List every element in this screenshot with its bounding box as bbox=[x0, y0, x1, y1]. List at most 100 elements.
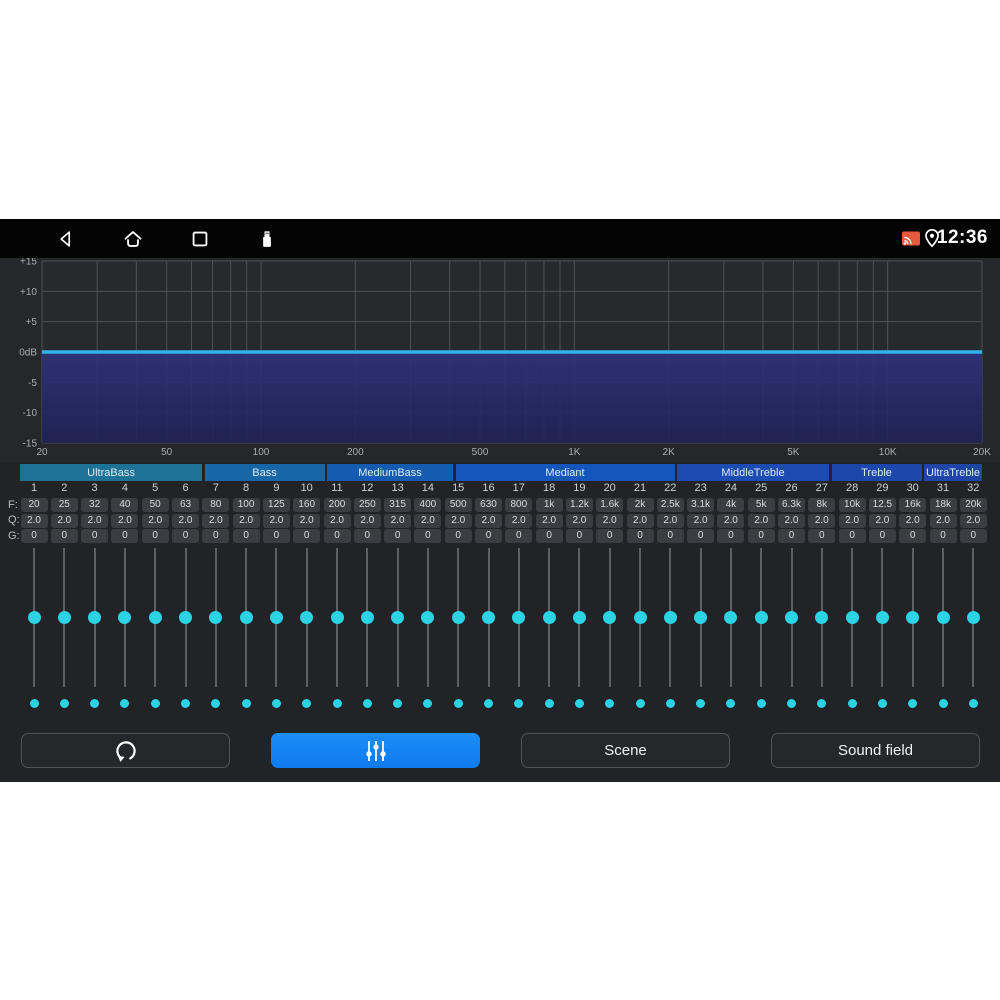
eq-slider-knob[interactable] bbox=[603, 610, 617, 624]
channel-dot[interactable] bbox=[938, 698, 948, 708]
eq-slider-knob[interactable] bbox=[633, 610, 647, 624]
x-tick-label: 20 bbox=[36, 447, 48, 458]
gain-value: 0 bbox=[202, 529, 230, 543]
eq-slider-knob[interactable] bbox=[391, 610, 405, 624]
channel-dot[interactable] bbox=[150, 698, 160, 708]
channel-dot[interactable] bbox=[241, 698, 251, 708]
eq-slider-knob[interactable] bbox=[482, 610, 495, 624]
eq-slider-knob[interactable] bbox=[845, 610, 859, 624]
channel-dot[interactable] bbox=[847, 698, 857, 708]
eq-slider-knob[interactable] bbox=[694, 610, 708, 624]
channel-dot[interactable] bbox=[211, 698, 221, 708]
eq-slider-knob[interactable] bbox=[300, 610, 314, 624]
eq-slider-knob[interactable] bbox=[57, 610, 71, 624]
channel-dot[interactable] bbox=[544, 698, 554, 708]
eq-slider-knob[interactable] bbox=[360, 610, 374, 624]
channel-dot[interactable] bbox=[877, 698, 887, 708]
eq-slider-knob[interactable] bbox=[815, 610, 829, 624]
band-header-ultratreble: UltraTreble bbox=[924, 464, 982, 481]
y-tick-label: +10 bbox=[20, 287, 37, 298]
eq-slider-knob[interactable] bbox=[88, 610, 102, 624]
freq-value: 5k bbox=[747, 498, 775, 512]
channel-number: 6 bbox=[182, 482, 189, 494]
x-tick-label: 500 bbox=[472, 447, 489, 458]
eq-slider-knob[interactable] bbox=[663, 610, 677, 624]
channel-dot[interactable] bbox=[817, 698, 827, 708]
eq-slider-knob[interactable] bbox=[209, 610, 223, 624]
channel-dot[interactable] bbox=[726, 698, 736, 708]
channel-dot[interactable] bbox=[453, 698, 463, 708]
eq-slider-knob[interactable] bbox=[330, 610, 344, 624]
eq-slider-knob[interactable] bbox=[542, 610, 556, 624]
channel-dot[interactable] bbox=[968, 698, 978, 708]
channel-dot[interactable] bbox=[90, 698, 100, 708]
home-icon[interactable] bbox=[122, 228, 144, 250]
channel-dot[interactable] bbox=[756, 698, 766, 708]
q-value: 2.0 bbox=[232, 513, 260, 528]
channel-dot[interactable] bbox=[393, 698, 403, 708]
channel-dot[interactable] bbox=[696, 698, 706, 708]
channel-dot[interactable] bbox=[605, 698, 615, 708]
eq-slider-knob[interactable] bbox=[451, 610, 465, 624]
freq-value: 20 bbox=[20, 498, 48, 512]
channel-dot[interactable] bbox=[514, 698, 524, 708]
q-value: 2.0 bbox=[384, 513, 412, 528]
gain-value: 0 bbox=[20, 529, 48, 543]
q-value: 2.0 bbox=[899, 513, 927, 528]
channel-dot[interactable] bbox=[423, 698, 433, 708]
channel-dot[interactable] bbox=[332, 698, 342, 708]
gain-value: 0 bbox=[141, 529, 169, 543]
channel-dot[interactable] bbox=[908, 698, 918, 708]
eq-slider-knob[interactable] bbox=[421, 610, 435, 624]
eq-slider-knob[interactable] bbox=[875, 610, 889, 624]
freq-value: 1k bbox=[535, 498, 563, 512]
eq-slider-knob[interactable] bbox=[269, 610, 283, 624]
channel-dot[interactable] bbox=[271, 698, 281, 708]
status-bar: 12:36 bbox=[0, 219, 1000, 258]
x-tick-label: 100 bbox=[253, 447, 270, 458]
channel-dot[interactable] bbox=[635, 698, 645, 708]
channel-dot[interactable] bbox=[362, 698, 372, 708]
eq-slider-knob[interactable] bbox=[785, 610, 798, 624]
channel-dot[interactable] bbox=[302, 698, 312, 708]
q-value: 2.0 bbox=[747, 513, 775, 528]
back-icon[interactable] bbox=[55, 228, 77, 250]
eq-slider-knob[interactable] bbox=[936, 610, 950, 624]
eq-slider-knob[interactable] bbox=[118, 610, 132, 624]
freq-value: 160 bbox=[293, 498, 321, 512]
scene-button[interactable]: Scene bbox=[521, 733, 730, 768]
channel-dot[interactable] bbox=[120, 698, 130, 708]
freq-value: 200 bbox=[323, 498, 351, 512]
channel-dot[interactable] bbox=[59, 698, 69, 708]
q-value: 2.0 bbox=[959, 513, 987, 528]
eq-slider-knob[interactable] bbox=[179, 610, 192, 624]
channel-dot[interactable] bbox=[181, 698, 190, 708]
eq-slider-knob[interactable] bbox=[512, 610, 526, 624]
channel-number: 27 bbox=[815, 482, 828, 494]
eq-slider-knob[interactable] bbox=[27, 610, 41, 624]
channel-dot[interactable] bbox=[29, 698, 39, 708]
eq-slider-knob[interactable] bbox=[754, 610, 768, 624]
channel-number: 7 bbox=[212, 482, 219, 494]
q-value: 2.0 bbox=[444, 513, 472, 528]
eq-slider-knob[interactable] bbox=[906, 610, 920, 624]
gain-value: 0 bbox=[899, 529, 927, 543]
eq-slider-knob[interactable] bbox=[572, 610, 586, 624]
channel-dot[interactable] bbox=[665, 698, 675, 708]
sound-field-button[interactable]: Sound field bbox=[771, 733, 980, 768]
freq-value: 25 bbox=[50, 498, 78, 512]
eq-slider-knob[interactable] bbox=[966, 610, 980, 624]
channel-dot[interactable] bbox=[574, 698, 584, 708]
channel-dot[interactable] bbox=[787, 698, 796, 708]
equalizer-button[interactable] bbox=[271, 733, 480, 768]
recents-icon[interactable] bbox=[189, 228, 211, 250]
gain-value: 0 bbox=[656, 529, 684, 543]
eq-slider-knob[interactable] bbox=[724, 610, 738, 624]
reset-button[interactable] bbox=[21, 733, 230, 768]
channel-number: 12 bbox=[361, 482, 374, 494]
eq-slider-knob[interactable] bbox=[148, 610, 162, 624]
eq-slider-knob[interactable] bbox=[239, 610, 253, 624]
eq-response-chart: +15 +10 +5 0dB -5 -10 -15 20 50 100 200 500 1K 2K 5K 10… bbox=[0, 257, 1000, 462]
channel-dot[interactable] bbox=[484, 698, 493, 708]
x-tick-label: 5K bbox=[787, 447, 800, 458]
